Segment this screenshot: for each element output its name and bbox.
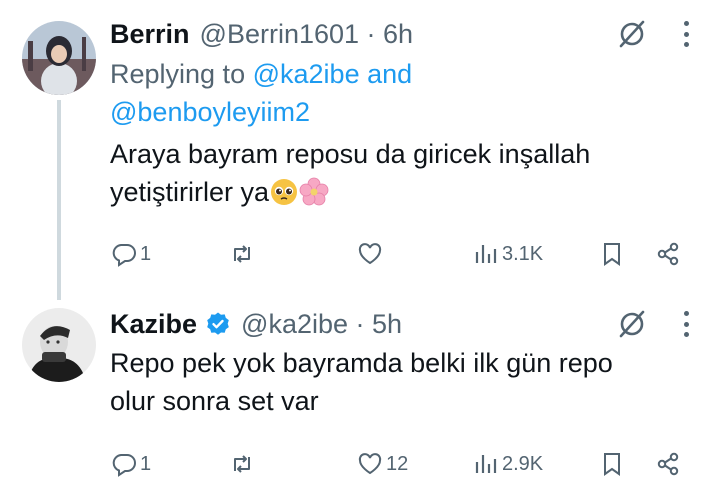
replying-handle-ka2ibe[interactable]: @ka2ibe	[253, 59, 360, 89]
share-icon	[657, 452, 679, 476]
replying-and: and	[367, 59, 413, 89]
retweet-icon	[234, 245, 250, 263]
action-bar: 1 12 2.9K	[110, 446, 690, 482]
like-icon	[358, 243, 382, 265]
replying-to: Replying to @ka2ibe and @benboyleyiim2	[110, 55, 690, 131]
handle-and-time[interactable]: @Berrin1601 · 6h	[200, 19, 414, 50]
reply-button[interactable]: 1	[110, 446, 151, 482]
bookmark-button[interactable]	[598, 236, 626, 272]
reply-icon	[112, 454, 136, 477]
bookmark-icon	[604, 453, 620, 476]
reply-button[interactable]: 1	[110, 236, 151, 272]
bookmark-icon	[604, 243, 620, 266]
verified-badge-icon[interactable]	[205, 311, 231, 337]
reply-icon	[112, 244, 136, 267]
tweet-text-line-1: Araya bayram reposu da giricek inşallah	[110, 139, 591, 169]
thread-line	[57, 100, 61, 300]
tweet-text-line-2: olur sonra set var	[110, 386, 319, 416]
share-icon	[657, 242, 679, 266]
grok-icon[interactable]	[616, 308, 648, 340]
view-count: 2.9K	[502, 452, 544, 475]
tweet-header: Kazibe @ka2ibe · 5h	[110, 304, 690, 344]
like-button[interactable]: 12	[356, 446, 408, 482]
pleading-face-emoji-icon	[271, 179, 298, 205]
more-icon[interactable]	[682, 311, 690, 337]
tweet-text: Repo pek yok bayramda belki ilk gün repo…	[110, 344, 690, 420]
display-name[interactable]: Kazibe	[110, 309, 197, 340]
tweet-berrin[interactable]: Berrin @Berrin1601 · 6h Replying to @ka2…	[0, 0, 720, 300]
more-icon[interactable]	[682, 21, 690, 47]
views-icon	[475, 455, 497, 473]
avatar-berrin[interactable]	[22, 21, 96, 95]
display-name[interactable]: Berrin	[110, 19, 190, 50]
avatar-kazibe[interactable]	[22, 308, 96, 382]
grok-icon[interactable]	[616, 18, 648, 50]
views-icon	[475, 245, 497, 263]
retweet-icon	[234, 455, 250, 473]
tweet-text-line-1: Repo pek yok bayramda belki ilk gün repo	[110, 348, 613, 378]
retweet-button[interactable]	[228, 446, 258, 482]
like-button[interactable]	[356, 236, 386, 272]
bookmark-button[interactable]	[598, 446, 626, 482]
tweet-header: Berrin @Berrin1601 · 6h	[110, 14, 690, 54]
retweet-button[interactable]	[228, 236, 258, 272]
cherry-blossom-emoji-icon	[299, 177, 329, 206]
views-button[interactable]: 3.1K	[472, 236, 543, 272]
view-count: 3.1K	[502, 242, 544, 265]
tweet-text: Araya bayram reposu da giricek inşallah …	[110, 135, 690, 211]
reply-count: 1	[140, 452, 152, 475]
share-button[interactable]	[654, 236, 682, 272]
replying-handle-benboyleyiim2[interactable]: @benboyleyiim2	[110, 97, 310, 127]
action-bar: 1 3.1K	[110, 236, 690, 272]
views-button[interactable]: 2.9K	[472, 446, 543, 482]
reply-count: 1	[140, 242, 152, 265]
like-count: 12	[386, 452, 409, 475]
like-icon	[358, 453, 382, 475]
tweet-kazibe[interactable]: Kazibe @ka2ibe · 5h Repo pek yok bayramd…	[0, 290, 720, 485]
replying-prefix: Replying to	[110, 59, 246, 89]
share-button[interactable]	[654, 446, 682, 482]
tweet-text-line-2: yetiştirirler ya	[110, 177, 270, 207]
handle-and-time[interactable]: @ka2ibe · 5h	[241, 309, 402, 340]
